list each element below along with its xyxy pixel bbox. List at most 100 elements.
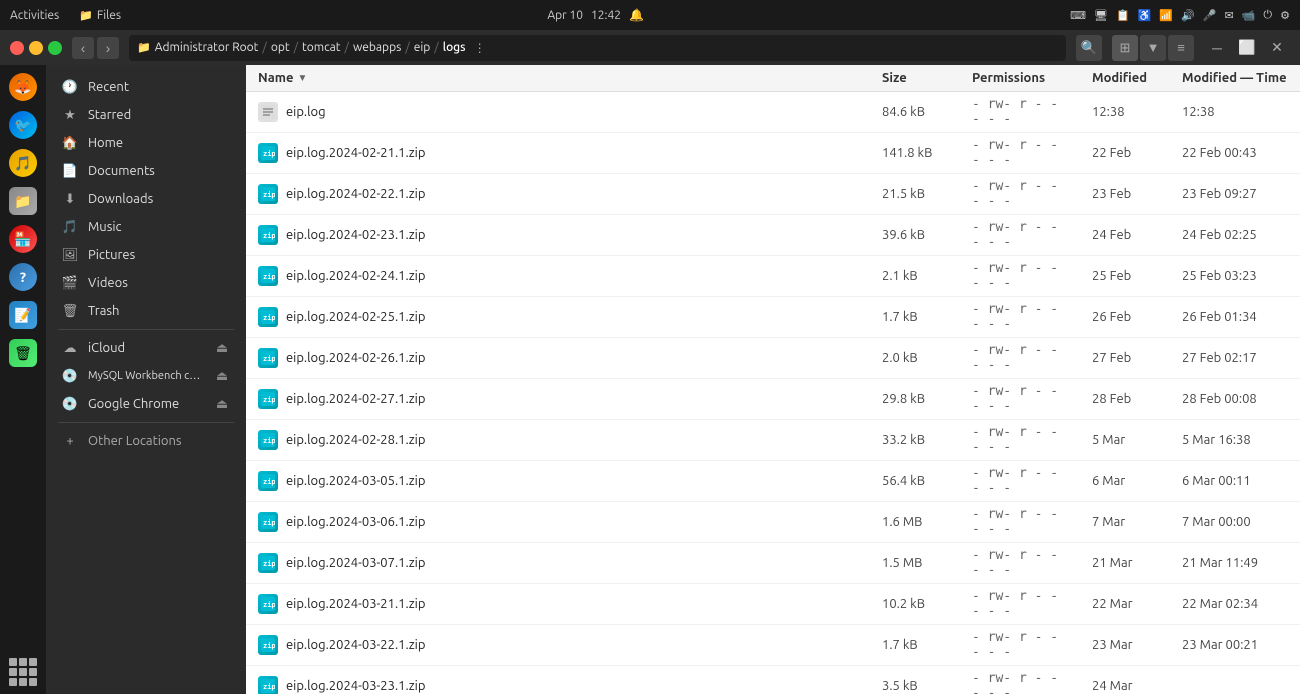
- col-header-permissions[interactable]: Permissions: [960, 65, 1080, 91]
- settings-icon[interactable]: ⚙: [1280, 9, 1290, 22]
- maximize-button[interactable]: [48, 41, 62, 55]
- rhythmbox-app-icon[interactable]: 🎵: [5, 145, 41, 181]
- network-icon[interactable]: 📶: [1159, 9, 1173, 22]
- table-row[interactable]: eip.log 84.6 kB - rw- r - - - - - 12:38 …: [246, 92, 1300, 133]
- svg-text:zip: zip: [263, 150, 275, 158]
- nav-buttons: ‹ ›: [72, 37, 119, 59]
- screen-record-icon[interactable]: 📹: [1242, 9, 1256, 22]
- back-button[interactable]: ‹: [72, 37, 94, 59]
- file-size-cell: 29.8 kB: [870, 387, 960, 411]
- sidebar-item-other-locations[interactable]: + Other Locations: [46, 427, 246, 455]
- table-row[interactable]: zip eip.log.2024-02-25.1.zip 1.7 kB - rw…: [246, 297, 1300, 338]
- breadcrumb-eip[interactable]: eip: [414, 41, 431, 54]
- sidebar-item-music[interactable]: 🎵 Music: [46, 213, 246, 241]
- breadcrumb-opt[interactable]: opt: [271, 41, 290, 54]
- breadcrumb-menu-button[interactable]: ⋮: [474, 41, 486, 55]
- file-size-cell: 2.1 kB: [870, 264, 960, 288]
- show-apps-button[interactable]: [5, 654, 41, 690]
- table-row[interactable]: zip eip.log.2024-03-07.1.zip 1.5 MB - rw…: [246, 543, 1300, 584]
- table-row[interactable]: zip eip.log.2024-03-22.1.zip 1.7 kB - rw…: [246, 625, 1300, 666]
- files-label[interactable]: 📁 Files: [79, 9, 121, 22]
- col-header-size[interactable]: Size: [870, 65, 960, 91]
- table-row[interactable]: zip eip.log.2024-02-24.1.zip 2.1 kB - rw…: [246, 256, 1300, 297]
- file-name-label: eip.log.2024-02-21.1.zip: [286, 146, 425, 160]
- forward-button[interactable]: ›: [97, 37, 119, 59]
- sidebar-label-other-locations: Other Locations: [88, 434, 182, 448]
- chrome-eject-icon[interactable]: ⏏: [214, 396, 230, 412]
- win-close-button[interactable]: ✕: [1264, 35, 1290, 61]
- file-name-label: eip.log: [286, 105, 326, 119]
- table-row[interactable]: zip eip.log.2024-03-23.1.zip 3.5 kB - rw…: [246, 666, 1300, 694]
- win-restore-button[interactable]: ⬜: [1234, 35, 1260, 61]
- sidebar-item-home[interactable]: 🏠 Home: [46, 129, 246, 157]
- file-modified-cell: 21 Mar: [1080, 551, 1170, 575]
- time-label: 12:42: [591, 9, 621, 22]
- view-toggle-button[interactable]: ▼: [1140, 35, 1166, 61]
- firefox-app-icon[interactable]: 🦊: [5, 69, 41, 105]
- table-row[interactable]: zip eip.log.2024-03-06.1.zip 1.6 MB - rw…: [246, 502, 1300, 543]
- col-header-modified[interactable]: Modified: [1080, 65, 1170, 91]
- svg-text:zip: zip: [263, 191, 275, 199]
- mic-icon[interactable]: 🎤: [1203, 9, 1217, 22]
- sidebar-item-starred[interactable]: ★ Starred: [46, 101, 246, 129]
- file-size-cell: 10.2 kB: [870, 592, 960, 616]
- sidebar-item-icloud[interactable]: ☁ iCloud ⏏: [46, 334, 246, 362]
- volume-icon[interactable]: 🔊: [1181, 9, 1195, 22]
- file-permissions-cell: - rw- r - - - - -: [960, 461, 1080, 501]
- col-header-name[interactable]: Name ▼: [246, 65, 870, 91]
- thunderbird-app-icon[interactable]: 🐦: [5, 107, 41, 143]
- software-app-icon[interactable]: 🏪: [5, 221, 41, 257]
- keyboard-icon[interactable]: ⌨: [1070, 9, 1086, 22]
- table-row[interactable]: zip eip.log.2024-02-21.1.zip 141.8 kB - …: [246, 133, 1300, 174]
- power-icon[interactable]: ⏻: [1263, 9, 1272, 22]
- list-view-button[interactable]: ≡: [1168, 35, 1194, 61]
- file-manager-app-icon[interactable]: 🗑: [5, 335, 41, 371]
- sidebar-item-videos[interactable]: 🎬 Videos: [46, 269, 246, 297]
- win-minimize-button[interactable]: ─: [1204, 35, 1230, 61]
- table-row[interactable]: zip eip.log.2024-03-05.1.zip 56.4 kB - r…: [246, 461, 1300, 502]
- log-file-icon: [258, 102, 278, 122]
- file-permissions-cell: - rw- r - - - - -: [960, 420, 1080, 460]
- breadcrumb-root[interactable]: Administrator Root: [155, 41, 259, 54]
- icloud-eject-icon[interactable]: ⏏: [214, 340, 230, 356]
- bell-icon[interactable]: 🔔: [629, 8, 644, 22]
- table-row[interactable]: zip eip.log.2024-02-26.1.zip 2.0 kB - rw…: [246, 338, 1300, 379]
- table-row[interactable]: zip eip.log.2024-02-28.1.zip 33.2 kB - r…: [246, 420, 1300, 461]
- table-row[interactable]: zip eip.log.2024-02-23.1.zip 39.6 kB - r…: [246, 215, 1300, 256]
- text-editor-app-icon[interactable]: 📝: [5, 297, 41, 333]
- display-icon[interactable]: 🖥: [1094, 9, 1108, 22]
- col-header-modified-time[interactable]: Modified — Time: [1170, 65, 1300, 91]
- system-bar-right: ⌨ 🖥 📋 ♿ 📶 🔊 🎤 ✉ 📹 ⏻ ⚙: [1070, 9, 1290, 22]
- sidebar-item-documents[interactable]: 📄 Documents: [46, 157, 246, 185]
- breadcrumb-tomcat[interactable]: tomcat: [302, 41, 341, 54]
- help-app-icon[interactable]: ?: [5, 259, 41, 295]
- breadcrumb-webapps[interactable]: webapps: [353, 41, 401, 54]
- sidebar-item-downloads[interactable]: ⬇ Downloads: [46, 185, 246, 213]
- clipboard-icon[interactable]: 📋: [1116, 9, 1130, 22]
- sidebar-item-recent[interactable]: 🕐 Recent: [46, 73, 246, 101]
- file-size-cell: 84.6 kB: [870, 100, 960, 124]
- mysql-eject-icon[interactable]: ⏏: [214, 368, 230, 384]
- file-modified-cell: 24 Feb: [1080, 223, 1170, 247]
- files-app-icon[interactable]: 📁: [5, 183, 41, 219]
- zip-file-icon: zip: [258, 389, 278, 409]
- mail-icon[interactable]: ✉: [1225, 9, 1234, 22]
- minimize-button[interactable]: [29, 41, 43, 55]
- file-name-cell: zip eip.log.2024-02-25.1.zip: [246, 302, 870, 332]
- zip-file-icon: zip: [258, 225, 278, 245]
- file-name-label: eip.log.2024-02-28.1.zip: [286, 433, 425, 447]
- accessibility-icon[interactable]: ♿: [1138, 9, 1152, 22]
- file-name-label: eip.log.2024-03-06.1.zip: [286, 515, 425, 529]
- file-modified-cell: 22 Feb: [1080, 141, 1170, 165]
- close-button[interactable]: [10, 41, 24, 55]
- sidebar-item-chrome[interactable]: 💿 Google Chrome ⏏: [46, 390, 246, 418]
- table-row[interactable]: zip eip.log.2024-03-21.1.zip 10.2 kB - r…: [246, 584, 1300, 625]
- table-row[interactable]: zip eip.log.2024-02-22.1.zip 21.5 kB - r…: [246, 174, 1300, 215]
- search-button[interactable]: 🔍: [1076, 35, 1102, 61]
- grid-view-button[interactable]: ⊞: [1112, 35, 1138, 61]
- table-row[interactable]: zip eip.log.2024-02-27.1.zip 29.8 kB - r…: [246, 379, 1300, 420]
- sidebar-item-mysql[interactable]: 💿 MySQL Workbench community-8.0.34 ⏏: [46, 362, 246, 390]
- activities-label[interactable]: Activities: [10, 9, 59, 22]
- sidebar-item-trash[interactable]: 🗑 Trash: [46, 297, 246, 325]
- sidebar-item-pictures[interactable]: 🖼 Pictures: [46, 241, 246, 269]
